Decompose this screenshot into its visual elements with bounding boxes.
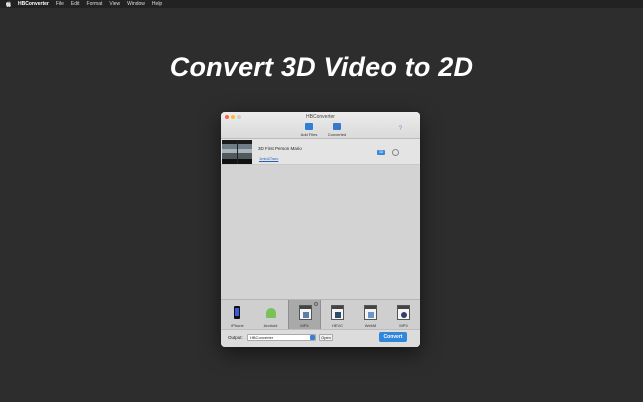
format-webm[interactable]: WebM [354, 300, 387, 330]
file-duration[interactable]: 1min27sec [259, 156, 278, 161]
app-window: HBConverter Add Files Converted ? 3D Fir… [221, 112, 420, 347]
promo-headline: Convert 3D Video to 2D [169, 52, 474, 82]
menu-app-name[interactable]: HBConverter [18, 0, 49, 8]
converted-folder-icon [333, 123, 341, 130]
3d-badge[interactable]: 3D [377, 150, 385, 155]
format-label: WebM [364, 323, 377, 328]
menu-help[interactable]: Help [152, 0, 162, 8]
add-files-button[interactable]: Add Files [298, 123, 320, 137]
format-settings-icon[interactable] [314, 302, 318, 306]
converted-button[interactable]: Converted [326, 123, 348, 137]
mp4-file-icon [299, 305, 312, 320]
gear-icon[interactable] [392, 149, 399, 156]
window-toolbar: HBConverter Add Files Converted ? [221, 112, 420, 139]
mp3-file-icon [397, 305, 410, 320]
chevron-down-icon [310, 335, 315, 340]
menu-window[interactable]: Window [127, 0, 145, 8]
menubar: HBConverter File Edit Format View Window… [0, 0, 643, 8]
video-thumbnail [222, 140, 252, 164]
open-button[interactable]: Open [319, 334, 333, 341]
format-label: MP3 [399, 323, 408, 328]
format-android[interactable]: Android [254, 300, 287, 330]
apple-icon[interactable] [6, 1, 11, 7]
help-button[interactable]: ? [399, 126, 402, 132]
output-label: Output: [228, 335, 243, 340]
format-mp3[interactable]: MP3 [387, 300, 420, 330]
android-icon [266, 308, 276, 318]
list-item[interactable]: 3D First Person Mario 1min27sec 3D [221, 139, 420, 165]
format-bar: iPhone Android MP4 HEVC WebM MP3 [221, 299, 420, 330]
converted-label: Converted [327, 132, 347, 137]
menu-view[interactable]: View [109, 0, 120, 8]
hevc-file-icon [331, 305, 344, 320]
format-label: HEVC [331, 323, 344, 328]
add-files-icon [305, 123, 313, 130]
menu-file[interactable]: File [56, 0, 64, 8]
add-files-label: Add Files [300, 132, 318, 137]
webm-file-icon [364, 305, 377, 320]
format-label: Android [263, 323, 278, 328]
format-iphone[interactable]: iPhone [221, 300, 254, 330]
format-label: iPhone [231, 323, 244, 328]
output-folder-select[interactable]: HBConverter [247, 334, 316, 341]
menu-edit[interactable]: Edit [71, 0, 80, 8]
file-name: 3D First Person Mario [258, 146, 302, 151]
menu-format[interactable]: Format [87, 0, 103, 8]
iphone-icon [234, 306, 240, 319]
output-folder-value: HBConverter [250, 335, 274, 340]
convert-button[interactable]: Convert [379, 332, 407, 342]
window-title: HBConverter [306, 114, 335, 120]
file-list: 3D First Person Mario 1min27sec 3D [221, 139, 420, 299]
format-mp4[interactable]: MP4 [288, 300, 321, 330]
format-label: MP4 [300, 323, 309, 328]
output-bar: Output: HBConverter Open Convert [221, 329, 420, 347]
format-hevc[interactable]: HEVC [321, 300, 354, 330]
